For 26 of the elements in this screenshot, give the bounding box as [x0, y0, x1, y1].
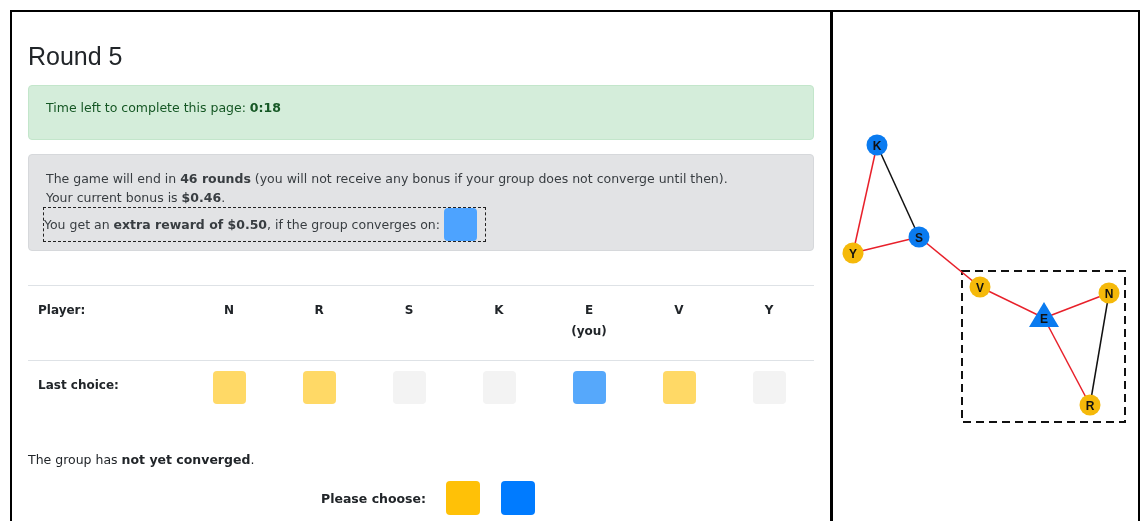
network-node: N [1098, 282, 1120, 304]
color-choice-button[interactable] [501, 481, 536, 515]
player-note: (you) [571, 323, 607, 340]
player-name: R [314, 302, 324, 319]
network-node: K [866, 134, 888, 156]
network-node: V [969, 276, 991, 298]
player-name: N [223, 302, 234, 319]
info-text: Your current bonus is $0.46. [46, 189, 226, 207]
round-title: Round 5 [28, 42, 124, 71]
status-text: The group has not yet converged. [28, 452, 256, 467]
color-choice-button[interactable] [446, 481, 481, 515]
player-name: E [584, 302, 594, 319]
network-node: Y [842, 242, 864, 264]
timer-alert: Time left to complete this page: 0:18 [28, 85, 814, 140]
row-label: Player: [38, 302, 86, 319]
player-name: V [674, 302, 684, 319]
info-text: The game will end in 46 rounds (you will not receive any bonus if your group does not converge until then). [46, 170, 728, 188]
player-name: Y [764, 302, 774, 319]
reward-text: You get an extra reward of $0.50, if the group converges on: [44, 216, 440, 234]
network-node: S [908, 226, 930, 248]
network-node: R [1079, 394, 1101, 416]
choose-label: Please choose: [321, 490, 427, 506]
player-name: S [404, 302, 414, 319]
player-name: K [494, 302, 504, 319]
row-label: Last choice: [38, 377, 119, 394]
network-node: E [1029, 302, 1059, 327]
